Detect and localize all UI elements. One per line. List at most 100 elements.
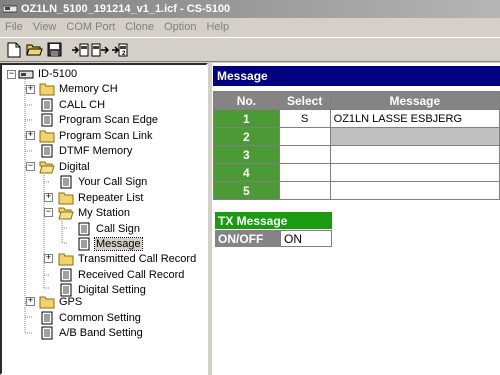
tree-item-memory-ch[interactable]: Memory CH: [39, 81, 119, 97]
tree-label: CALL CH: [59, 99, 106, 111]
folder-icon: [39, 296, 55, 309]
tree-item-dtmf-memory[interactable]: DTMF Memory: [39, 143, 133, 159]
my-station-expander[interactable]: −: [44, 208, 53, 217]
message-cell[interactable]: [329, 181, 500, 200]
menu-help[interactable]: Help: [201, 21, 234, 33]
gps-expander[interactable]: +: [26, 297, 35, 306]
column-header-select[interactable]: Select: [278, 91, 331, 110]
clone-button[interactable]: 2: [110, 40, 130, 60]
message-cell[interactable]: [329, 127, 500, 146]
tree-item-message[interactable]: Message: [76, 236, 143, 252]
table-row: 1 S OZ1LN LASSE ESBJERG: [213, 109, 500, 128]
menu-file[interactable]: File: [0, 21, 28, 33]
tree-label: Program Scan Edge: [59, 114, 159, 126]
document-icon: [60, 268, 72, 282]
column-header-no[interactable]: No.: [213, 91, 280, 110]
row-number[interactable]: 3: [213, 145, 280, 164]
document-icon: [41, 311, 53, 325]
new-file-icon: [7, 42, 21, 57]
tree-item-transmitted-call-record[interactable]: Transmitted Call Record: [58, 251, 197, 267]
tree-item-call-ch[interactable]: CALL CH: [39, 97, 106, 113]
panel-title: Message: [213, 66, 500, 86]
tree-label: DTMF Memory: [59, 145, 133, 157]
tree-label: ID-5100: [38, 68, 78, 80]
tree-label: A/B Band Setting: [59, 327, 143, 339]
message-panel: Message No. Select Message 1 S OZ1LN LAS…: [212, 63, 500, 375]
message-table: No. Select Message 1 S OZ1LN LASSE ESBJE…: [213, 91, 500, 200]
folder-icon: [39, 130, 55, 143]
column-header-message[interactable]: Message: [329, 91, 500, 110]
tree-item-program-scan-link[interactable]: Program Scan Link: [39, 128, 154, 144]
folder-icon: [39, 83, 55, 96]
menu-clone[interactable]: Clone: [120, 21, 159, 33]
read-from-radio-icon: [72, 43, 89, 56]
transmitted-call-record-expander[interactable]: +: [44, 254, 53, 263]
tree-item-call-sign[interactable]: Call Sign: [76, 221, 141, 237]
document-icon: [41, 326, 53, 340]
select-cell[interactable]: [278, 163, 331, 182]
document-icon: [41, 113, 53, 127]
tree-item-gps[interactable]: GPS: [39, 294, 83, 310]
message-cell[interactable]: [329, 163, 500, 182]
open-button[interactable]: [24, 40, 44, 60]
tx-onoff-value[interactable]: ON: [280, 230, 332, 247]
message-cell[interactable]: OZ1LN LASSE ESBJERG: [329, 109, 500, 128]
tree-label: Digital Setting: [78, 284, 146, 296]
tree-item-digital[interactable]: Digital: [39, 159, 91, 175]
table-header-row: No. Select Message: [213, 91, 500, 110]
tree-item-received-call-record[interactable]: Received Call Record: [58, 267, 185, 283]
tree-label: Repeater List: [78, 192, 144, 204]
row-number[interactable]: 5: [213, 181, 280, 200]
menu-view[interactable]: View: [28, 21, 62, 33]
toolbar: 2: [0, 37, 500, 62]
tree-item-program-scan-edge[interactable]: Program Scan Edge: [39, 112, 159, 128]
message-cell[interactable]: [329, 145, 500, 164]
menu-bar: File View COM Port Clone Option Help: [0, 18, 500, 36]
menu-com-port[interactable]: COM Port: [61, 21, 120, 33]
document-icon: [60, 175, 72, 189]
row-number[interactable]: 2: [213, 127, 280, 146]
app-icon: [3, 5, 17, 13]
program-scan-link-expander[interactable]: +: [26, 131, 35, 140]
select-cell[interactable]: [278, 145, 331, 164]
select-cell[interactable]: S: [278, 109, 331, 128]
save-button[interactable]: [44, 40, 64, 60]
table-row: 4: [213, 163, 500, 182]
document-icon: [41, 98, 53, 112]
select-cell[interactable]: [278, 127, 331, 146]
tree-item-your-call-sign[interactable]: Your Call Sign: [58, 174, 148, 190]
table-row: 2: [213, 127, 500, 146]
write-to-radio-button[interactable]: [90, 40, 110, 60]
new-file-button[interactable]: [4, 40, 24, 60]
tree-view: − + + − + − + + ID-5100 Memory CH CALL C…: [0, 63, 208, 375]
tree-item-my-station[interactable]: My Station: [58, 205, 131, 221]
tree-label: Message: [94, 237, 143, 251]
tree-item-ab-band-setting[interactable]: A/B Band Setting: [39, 325, 144, 341]
tree-label: Memory CH: [59, 83, 118, 95]
document-icon: [41, 144, 53, 158]
open-folder-icon: [25, 44, 43, 56]
tree-label: Digital: [59, 161, 90, 173]
repeater-list-expander[interactable]: +: [44, 193, 53, 202]
window-title: OZ1LN_5100_191214_v1_1.icf - CS-5100: [21, 3, 231, 15]
tree-item-repeater-list[interactable]: Repeater List: [58, 190, 144, 206]
menu-option[interactable]: Option: [159, 21, 201, 33]
radio-device-icon: [18, 70, 34, 79]
tree-root-id5100[interactable]: ID-5100: [18, 66, 78, 82]
tree-label: Call Sign: [96, 223, 141, 235]
row-number[interactable]: 4: [213, 163, 280, 182]
tree-root-expander[interactable]: −: [7, 70, 16, 79]
tx-message-row: ON/OFF ON: [215, 230, 332, 247]
open-folder-icon: [39, 161, 55, 174]
select-cell[interactable]: [278, 181, 331, 200]
document-icon: [78, 222, 90, 236]
save-icon: [47, 42, 61, 57]
tree-item-common-setting[interactable]: Common Setting: [39, 310, 142, 326]
memory-ch-expander[interactable]: +: [26, 85, 35, 94]
open-folder-icon: [58, 207, 74, 220]
table-row: 3: [213, 145, 500, 164]
title-bar: OZ1LN_5100_191214_v1_1.icf - CS-5100: [0, 0, 500, 18]
digital-expander[interactable]: −: [26, 162, 35, 171]
row-number[interactable]: 1: [213, 109, 280, 128]
read-from-radio-button[interactable]: [70, 40, 90, 60]
